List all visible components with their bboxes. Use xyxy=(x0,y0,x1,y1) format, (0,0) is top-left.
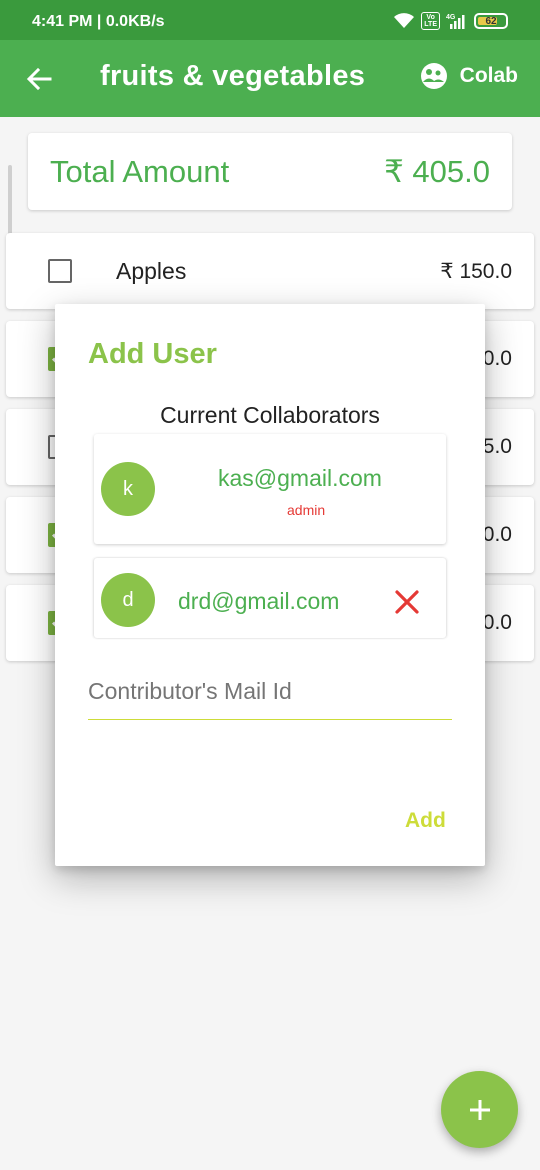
item-price: ₹ 150.0 xyxy=(440,260,512,283)
collaborate-icon xyxy=(420,63,447,89)
plus-icon xyxy=(469,1099,490,1120)
collaborator-email: drd@gmail.com xyxy=(178,588,340,614)
remove-collaborator-icon[interactable] xyxy=(393,588,421,616)
add-item-button[interactable] xyxy=(441,1071,518,1148)
total-amount-value: ₹ 405.0 xyxy=(384,154,490,189)
status-bar: 4:41 PM | 0.0KB/s Vo LTE 4G 62 xyxy=(0,0,540,40)
battery-level: 62 xyxy=(485,15,497,27)
total-amount-label: Total Amount xyxy=(50,154,230,189)
item-price: 5.0 xyxy=(482,435,512,458)
collaborators-heading: Current Collaborators xyxy=(160,402,380,428)
add-user-dialog: Add User Current Collaborators k kas@gma… xyxy=(55,304,485,866)
network-type-label: 4G xyxy=(446,14,456,21)
app-bar: fruits & vegetables Colab xyxy=(0,40,540,117)
item-name: Apples xyxy=(116,258,187,284)
list-item[interactable]: Apples ₹ 150.0 xyxy=(6,233,534,309)
collaborator-card: k kas@gmail.com admin xyxy=(94,434,446,544)
item-price: 0.0 xyxy=(482,347,512,370)
dialog-title: Add User xyxy=(88,338,217,370)
avatar: k xyxy=(101,462,155,516)
collaborator-email: kas@gmail.com xyxy=(218,465,382,491)
collaborator-card: d drd@gmail.com xyxy=(94,558,446,638)
wifi-icon xyxy=(394,13,415,28)
volte-icon: Vo LTE xyxy=(421,12,440,30)
item-price: 0.0 xyxy=(482,523,512,546)
status-time: 4:41 PM | 0.0KB/s xyxy=(32,13,165,30)
item-checkbox[interactable] xyxy=(48,259,72,283)
item-price: 0.0 xyxy=(482,611,512,634)
battery-icon: 62 xyxy=(474,13,508,29)
status-icons: Vo LTE 4G 62 xyxy=(393,12,508,30)
contributor-mail-input[interactable] xyxy=(88,658,452,720)
avatar: d xyxy=(101,573,155,627)
add-button[interactable]: Add xyxy=(405,809,446,833)
page-title: fruits & vegetables xyxy=(100,60,366,92)
collaborator-role: admin xyxy=(287,502,326,518)
back-arrow-icon[interactable] xyxy=(24,64,54,94)
colab-button[interactable]: Colab xyxy=(420,62,518,90)
total-amount-card: Total Amount ₹ 405.0 xyxy=(28,133,512,210)
signal-icon: 4G xyxy=(446,14,465,29)
colab-label: Colab xyxy=(459,64,518,87)
